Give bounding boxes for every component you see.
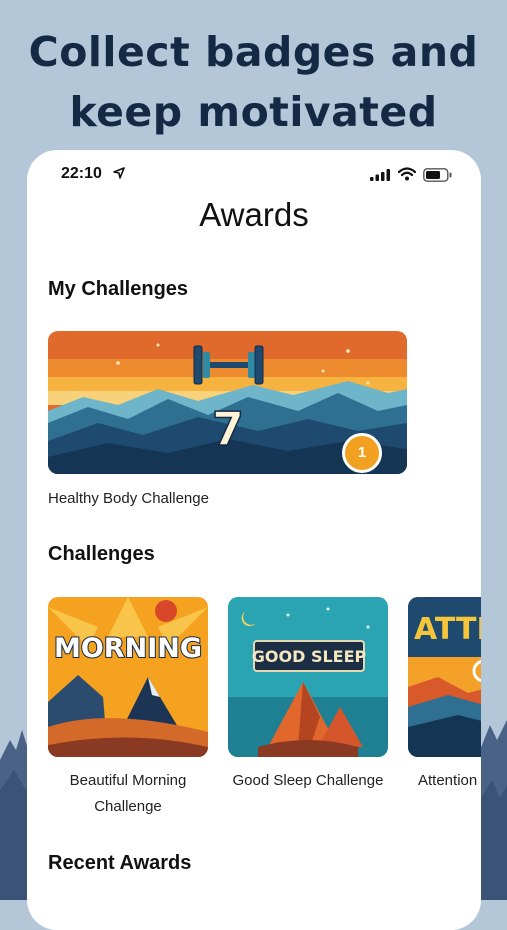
promo-headline: Collect badges and keep motivated — [0, 22, 507, 142]
promo-headline-line1: Collect badges and — [28, 28, 479, 76]
promo-headline-line2: keep motivated — [69, 88, 438, 136]
battery-icon — [423, 168, 452, 182]
attention-challenge-card[interactable]: ATTE — [408, 597, 481, 757]
beautiful-morning-challenge-label: Beautiful Morning Challenge — [69, 772, 187, 815]
badge-number: 7 — [212, 402, 244, 456]
good-sleep-image-text: GOOD SLEEP — [252, 647, 367, 666]
wifi-icon — [398, 167, 416, 181]
status-time: 22:10 — [61, 165, 102, 182]
good-sleep-challenge-label: Good Sleep Challenge — [232, 772, 384, 789]
morning-image-text: MORNING — [54, 633, 202, 664]
challenge-count-badge: 1 — [342, 433, 382, 473]
cellular-signal-icon — [370, 169, 390, 181]
page-title: Awards — [199, 196, 309, 233]
location-arrow-icon — [113, 167, 125, 179]
morning-badge-art: MORNING — [48, 597, 208, 757]
my-challenges-heading: My Challenges — [48, 278, 189, 300]
recent-awards-heading: Recent Awards — [48, 852, 192, 874]
status-bar: 22:10 — [27, 150, 481, 200]
challenges-heading: Challenges — [48, 543, 155, 565]
good-sleep-challenge-card[interactable]: GOOD SLEEP — [228, 597, 388, 757]
phone-screen: 22:10 Awards My Challenges 7 1 Healthy B… — [27, 150, 481, 930]
beautiful-morning-challenge-card[interactable]: MORNING — [48, 597, 208, 757]
healthy-body-challenge-label: Healthy Body Challenge — [48, 490, 209, 507]
good-sleep-badge-art: GOOD SLEEP — [228, 597, 388, 757]
attention-image-text: ATTE — [414, 612, 481, 647]
attention-badge-art: ATTE — [408, 597, 481, 757]
attention-challenge-label: Attention — [418, 772, 478, 789]
